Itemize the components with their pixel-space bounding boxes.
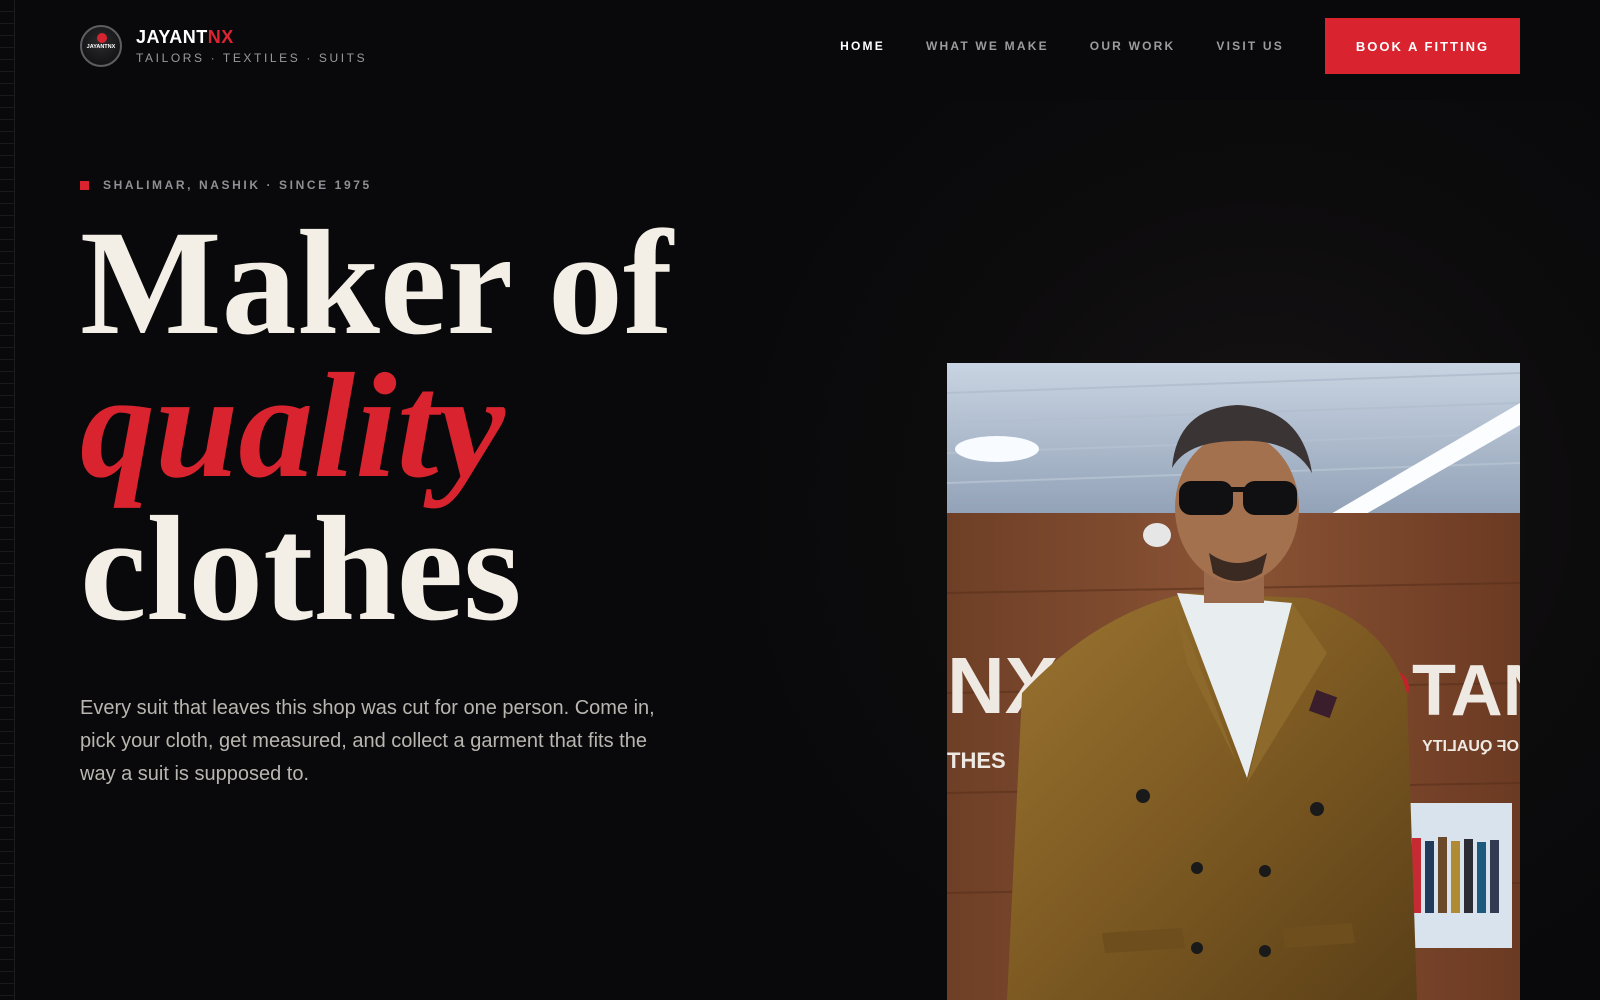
- nav-what-we-make[interactable]: WHAT WE MAKE: [926, 39, 1049, 53]
- ceiling-light-left: [955, 436, 1039, 462]
- brand[interactable]: JAYANTNX JAYANTNX TAILORS · TEXTILES · S…: [80, 25, 367, 67]
- nav-our-work[interactable]: OUR WORK: [1090, 39, 1176, 53]
- logo-mark: [97, 33, 107, 43]
- nav-home[interactable]: HOME: [840, 39, 885, 53]
- side-ruler: [0, 0, 15, 1000]
- brand-text: JAYANTNX TAILORS · TEXTILES · SUITS: [136, 27, 367, 65]
- hero-photo: NX THES TAN OF QUALITY: [947, 363, 1520, 1000]
- eyebrow-text: SHALIMAR, NASHIK · SINCE 1975: [103, 178, 372, 192]
- sign-sub-right-text: OF QUALITY: [1422, 738, 1519, 755]
- book-fitting-button[interactable]: BOOK A FITTING: [1325, 18, 1520, 74]
- brand-tagline: TAILORS · TEXTILES · SUITS: [136, 51, 368, 65]
- sign-sub-text: THES: [947, 748, 1006, 773]
- eyebrow: SHALIMAR, NASHIK · SINCE 1975: [80, 178, 372, 192]
- site-header: JAYANTNX JAYANTNX TAILORS · TEXTILES · S…: [80, 18, 1520, 74]
- logo-text: JAYANTNX: [86, 44, 116, 50]
- main-nav: HOME WHAT WE MAKE OUR WORK VISIT US BOOK…: [799, 18, 1520, 74]
- sign-right-text: TAN: [1412, 651, 1520, 731]
- eyebrow-square-icon: [80, 180, 89, 190]
- headline-line-3: clothes: [80, 486, 522, 652]
- brand-name: JAYANTNX: [136, 27, 367, 48]
- brand-name-main: JAYANT: [136, 27, 208, 47]
- hero-lead: Every suit that leaves this shop was cut…: [80, 697, 655, 785]
- hero-photo-illustration: NX THES TAN OF QUALITY: [947, 363, 1520, 1000]
- brand-logo-icon: JAYANTNX: [80, 25, 122, 67]
- nav-visit-us[interactable]: VISIT US: [1216, 39, 1284, 53]
- headline-line-1: Maker of: [80, 200, 673, 366]
- hero-headline: Maker of quality clothes: [80, 200, 673, 652]
- security-camera: [1143, 523, 1171, 547]
- brand-name-accent: NX: [207, 27, 234, 47]
- headline-accent: quality: [80, 343, 506, 509]
